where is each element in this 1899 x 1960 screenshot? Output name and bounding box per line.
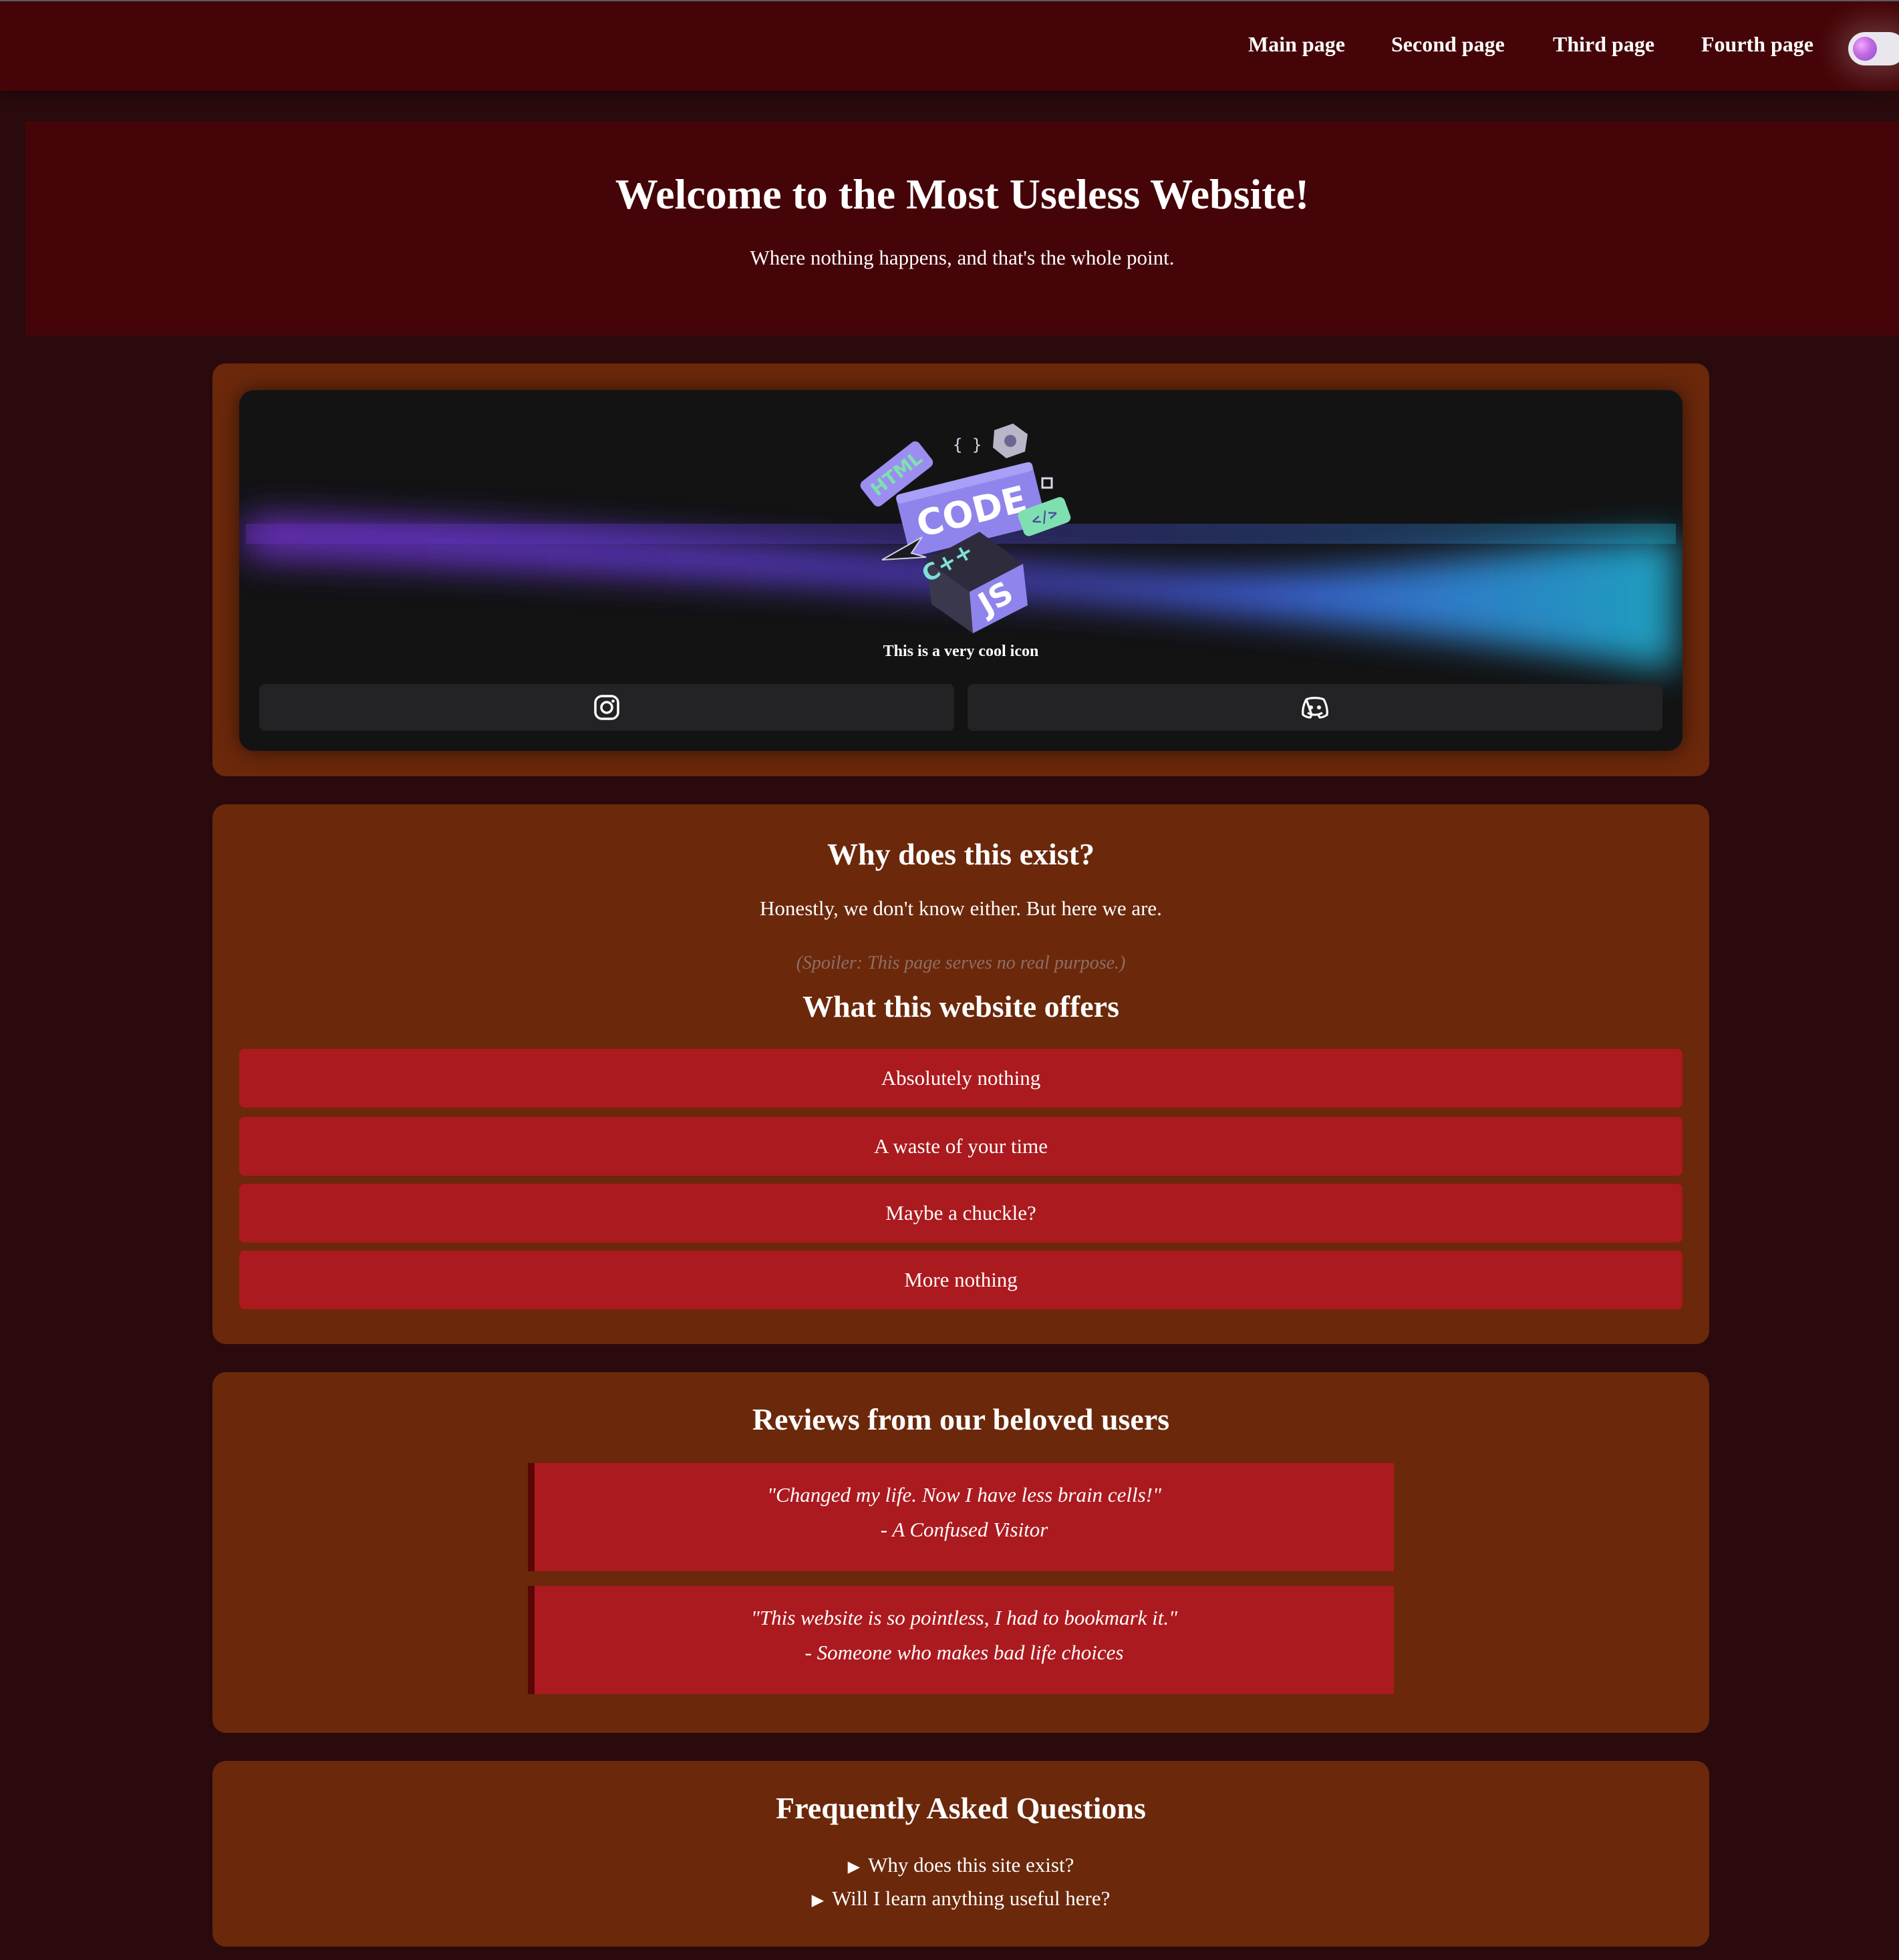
nav-link-third-page[interactable]: Third page [1553,32,1654,57]
faq-item[interactable]: ▶ Why does this site exist? [212,1853,1709,1877]
review-author: - A Confused Visitor [880,1518,1048,1541]
code-cube-icon: HTML { } CODE </> C++ JS [860,424,1071,633]
about-title: Why does this exist? [827,837,1094,871]
profile-card: HTML { } CODE </> C++ JS This is a very … [239,390,1683,751]
offer-item: Maybe a chuckle? [239,1184,1683,1243]
instagram-button[interactable] [259,684,954,731]
nav-link-second-page[interactable]: Second page [1391,32,1505,57]
review-author: - Someone who makes bad life choices [805,1641,1124,1664]
offers-title: What this website offers [802,989,1119,1023]
discord-icon [1302,697,1328,719]
icon-caption: This is a very cool icon [883,643,1039,660]
braces-label: { } [953,436,982,454]
reviews-title: Reviews from our beloved users [752,1402,1170,1436]
spoiler-text: (Spoiler: This page serves no real purpo… [796,953,1126,973]
faq-title: Frequently Asked Questions [776,1791,1146,1825]
faq-question: Will I learn anything useful here? [832,1887,1111,1910]
nav-link-fourth-page[interactable]: Fourth page [1701,32,1813,57]
about-text: Honestly, we don't know either. But here… [760,896,1162,920]
review-card: "Changed my life. Now I have less brain … [528,1463,1394,1571]
profile-section: HTML { } CODE </> C++ JS This is a very … [212,363,1709,776]
navbar: Main page Second page Third page Fourth … [0,0,1899,91]
toggle-knob [1853,37,1877,61]
offer-item: Absolutely nothing [239,1049,1683,1108]
faq-question: Why does this site exist? [868,1853,1074,1876]
hero-subtitle: Where nothing happens, and that's the wh… [750,246,1175,269]
hero-title: Welcome to the Most Useless Website! [615,170,1310,218]
disclosure-triangle-icon: ▶ [847,1858,861,1876]
about-section: Why does this exist? Honestly, we don't … [212,804,1709,1344]
faq-section: Frequently Asked Questions ▶ Why does thi… [212,1761,1709,1947]
nav-link-main-page[interactable]: Main page [1248,32,1345,57]
theme-toggle[interactable] [1848,32,1899,65]
review-quote: "Changed my life. Now I have less brain … [767,1483,1161,1506]
review-card: "This website is so pointless, I had to … [528,1586,1394,1694]
review-quote: "This website is so pointless, I had to … [750,1606,1178,1629]
offer-item: More nothing [239,1251,1683,1309]
instagram-icon [594,695,619,720]
faq-item[interactable]: ▶ Will I learn anything useful here? [212,1887,1709,1911]
discord-button[interactable] [968,684,1662,731]
reviews-section: Reviews from our beloved users "Changed … [212,1372,1709,1733]
hero-banner: Welcome to the Most Useless Website! Whe… [25,122,1899,335]
disclosure-triangle-icon: ▶ [811,1892,825,1909]
offer-item: A waste of your time [239,1117,1683,1176]
